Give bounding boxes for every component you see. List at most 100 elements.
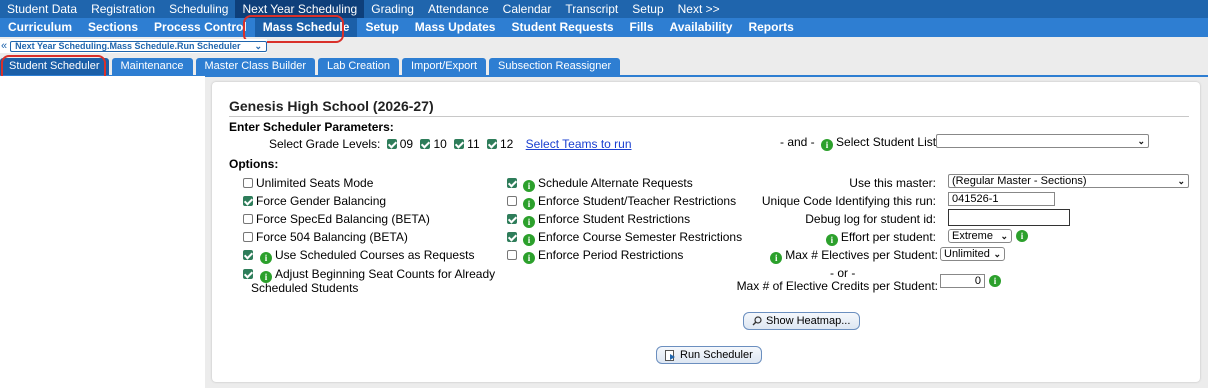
info-icon[interactable]: i	[523, 252, 535, 264]
submenu-setup[interactable]: Setup	[357, 18, 406, 37]
option-period-restrictions[interactable]: i Enforce Period Restrictions	[507, 248, 683, 264]
checkbox[interactable]	[243, 214, 253, 224]
option-label: Force Gender Balancing	[256, 194, 387, 208]
search-icon	[752, 316, 762, 326]
submenu-mass-schedule[interactable]: Mass Schedule	[254, 18, 358, 37]
submenu-process-control[interactable]: Process Control	[146, 18, 255, 37]
run-scheduler-label: Run Scheduler	[680, 349, 753, 361]
info-icon[interactable]: i	[821, 139, 834, 151]
checkbox[interactable]	[243, 232, 253, 242]
grade-10-checkbox[interactable]	[420, 139, 431, 149]
info-icon[interactable]: i	[989, 275, 1001, 287]
checkbox[interactable]	[243, 178, 253, 188]
show-heatmap-label: Show Heatmap...	[766, 315, 851, 327]
effort-select[interactable]: Extreme ⌄	[948, 229, 1012, 243]
checkbox[interactable]	[507, 178, 517, 188]
submenu-fills[interactable]: Fills	[622, 18, 662, 37]
tab-master-class-builder[interactable]: Master Class Builder	[195, 58, 315, 75]
chevron-down-icon: ⌄	[1000, 230, 1008, 241]
menu-registration[interactable]: Registration	[84, 0, 162, 18]
option-use-scheduled-courses[interactable]: i Use Scheduled Courses as Requests	[243, 248, 474, 264]
breadcrumb-select[interactable]: Next Year Scheduling.Mass Schedule.Run S…	[10, 40, 268, 52]
max-credits-input[interactable]: 0	[940, 274, 985, 288]
checkbox[interactable]	[507, 214, 517, 224]
submenu-student-requests[interactable]: Student Requests	[503, 18, 621, 37]
option-schedule-alternate[interactable]: i Schedule Alternate Requests	[507, 176, 693, 192]
option-course-semester-restrictions[interactable]: i Enforce Course Semester Restrictions	[507, 230, 742, 246]
tab-subsection-reassigner[interactable]: Subsection Reassigner	[489, 58, 621, 75]
tab-student-scheduler[interactable]: Student Scheduler	[0, 58, 109, 75]
effort-value: Extreme	[952, 230, 993, 242]
grade-11-label: 11	[467, 137, 480, 151]
option-force-speced[interactable]: Force SpecEd Balancing (BETA)	[243, 212, 430, 226]
use-master-select[interactable]: (Regular Master - Sections) ⌄	[948, 174, 1189, 188]
use-master-label: Use this master:	[849, 176, 936, 190]
info-icon[interactable]: i	[825, 234, 838, 246]
info-icon[interactable]: i	[523, 234, 535, 246]
option-force-504[interactable]: Force 504 Balancing (BETA)	[243, 230, 408, 244]
menu-transcript[interactable]: Transcript	[558, 0, 625, 18]
unique-code-label: Unique Code Identifying this run:	[761, 194, 936, 208]
tab-bar: Student Scheduler Maintenance Master Cla…	[0, 58, 1208, 77]
menu-setup[interactable]: Setup	[625, 0, 670, 18]
tab-import-export[interactable]: Import/Export	[402, 58, 487, 75]
menu-calendar[interactable]: Calendar	[496, 0, 559, 18]
info-icon[interactable]: i	[523, 198, 535, 210]
show-heatmap-button[interactable]: Show Heatmap...	[743, 312, 860, 330]
select-teams-link[interactable]: Select Teams to run	[526, 137, 632, 151]
debug-student-input[interactable]	[948, 209, 1070, 226]
checkbox[interactable]	[243, 269, 253, 279]
option-label: Enforce Period Restrictions	[538, 248, 684, 262]
tab-lab-creation[interactable]: Lab Creation	[318, 58, 399, 75]
menu-next-year-scheduling[interactable]: Next Year Scheduling	[235, 0, 365, 18]
info-icon[interactable]: i	[1016, 230, 1028, 242]
school-title: Genesis High School (2026-27)	[229, 98, 434, 114]
option-force-gender[interactable]: Force Gender Balancing	[243, 194, 386, 208]
title-divider	[229, 116, 1189, 117]
collapse-arrows-icon[interactable]: «	[0, 40, 10, 52]
info-icon[interactable]: i	[260, 252, 272, 264]
checkbox[interactable]	[507, 196, 517, 206]
submenu-curriculum[interactable]: Curriculum	[0, 18, 80, 37]
info-icon[interactable]: i	[770, 252, 783, 264]
option-unlimited-seats[interactable]: Unlimited Seats Mode	[243, 176, 373, 190]
breadcrumb: « Next Year Scheduling.Mass Schedule.Run…	[0, 39, 268, 53]
max-electives-value: Unlimited	[944, 248, 990, 260]
chevron-down-icon: ⌄	[993, 248, 1001, 259]
unique-code-input[interactable]: 041526-1	[948, 192, 1055, 206]
left-pane	[0, 76, 205, 388]
max-credits-value: 0	[974, 275, 981, 287]
menu-attendance[interactable]: Attendance	[421, 0, 496, 18]
grade-12-checkbox[interactable]	[486, 139, 497, 149]
menu-scheduling[interactable]: Scheduling	[162, 0, 235, 18]
option-student-teacher-restrictions[interactable]: i Enforce Student/Teacher Restrictions	[507, 194, 736, 210]
checkbox[interactable]	[507, 232, 517, 242]
info-icon[interactable]: i	[523, 216, 535, 228]
option-label: Force 504 Balancing (BETA)	[256, 230, 408, 244]
submenu-reports[interactable]: Reports	[740, 18, 801, 37]
submenu-mass-updates[interactable]: Mass Updates	[407, 18, 504, 37]
option-student-restrictions[interactable]: i Enforce Student Restrictions	[507, 212, 690, 228]
info-icon[interactable]: i	[523, 180, 535, 192]
option-label: Force SpecEd Balancing (BETA)	[256, 212, 430, 226]
max-electives-select[interactable]: Unlimited ⌄	[940, 247, 1005, 261]
breadcrumb-label: Next Year Scheduling.Mass Schedule.Run S…	[15, 41, 241, 51]
submenu-availability[interactable]: Availability	[662, 18, 741, 37]
checkbox[interactable]	[243, 250, 253, 260]
menu-student-data[interactable]: Student Data	[0, 0, 84, 18]
checkbox[interactable]	[507, 250, 517, 260]
tab-maintenance[interactable]: Maintenance	[111, 58, 193, 75]
grade-09-checkbox[interactable]	[386, 139, 397, 149]
menu-grading[interactable]: Grading	[364, 0, 421, 18]
grade-09-label: 09	[399, 137, 414, 151]
checkbox[interactable]	[243, 196, 253, 206]
sub-menu-bar: Curriculum Sections Process Control Mass…	[0, 18, 1208, 37]
options-heading: Options:	[229, 157, 279, 171]
select-student-list-label: Select Student List:	[836, 135, 940, 149]
run-scheduler-button[interactable]: Run Scheduler	[656, 346, 762, 364]
grade-11-checkbox[interactable]	[454, 139, 465, 149]
option-adjust-seat-counts-cont: Scheduled Students	[251, 281, 359, 295]
student-list-select[interactable]: ⌄	[936, 134, 1149, 148]
submenu-sections[interactable]: Sections	[80, 18, 146, 37]
menu-next[interactable]: Next >>	[671, 0, 727, 18]
